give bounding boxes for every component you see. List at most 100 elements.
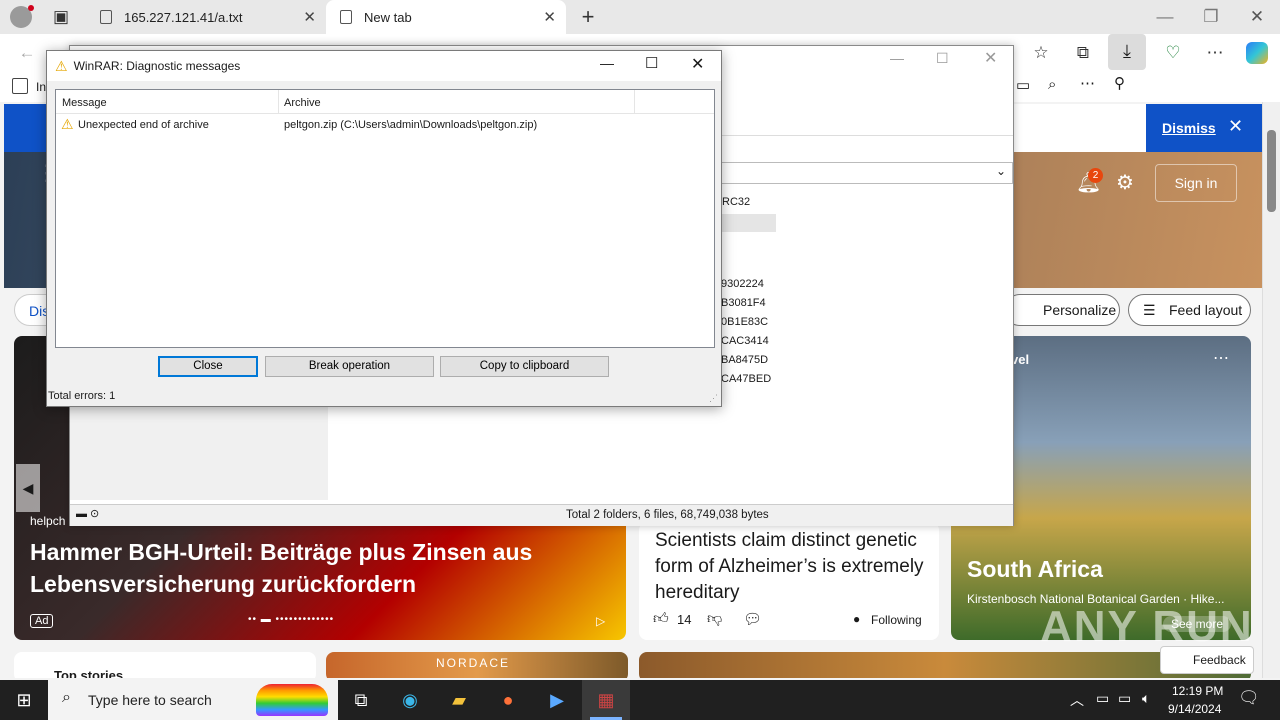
powershell-icon[interactable]: ▶ — [533, 680, 581, 720]
tray-volume-icon[interactable]: 🔈︎ — [1142, 690, 1150, 707]
more-menu-icon[interactable]: ⋯ — [1200, 38, 1230, 68]
tab-new-tab[interactable]: New tab ✕ — [326, 0, 566, 34]
tab-actions-icon[interactable]: ▣ — [46, 2, 76, 32]
sign-in-button[interactable]: Sign in — [1155, 164, 1237, 202]
top-stories-label: Top stories — [54, 668, 124, 678]
tab-a-txt[interactable]: 165.227.121.41/a.txt ✕ — [86, 0, 326, 34]
crc-value: CAC3414 — [721, 335, 769, 347]
clock-time[interactable]: 12:19 PM — [1172, 684, 1223, 698]
import-favorites-icon[interactable] — [12, 78, 28, 94]
list-header: Message Archive — [56, 90, 714, 114]
column-divider[interactable] — [634, 90, 635, 114]
news-title[interactable]: Hammer BGH-Urteil: Beiträge plus Zinsen … — [30, 536, 570, 600]
crc-value: 9302224 — [721, 278, 764, 290]
nordace-ad-card[interactable]: NORDACE — [326, 652, 628, 678]
dialog-title-bar[interactable]: ⚠ WinRAR: Diagnostic messages — ☐ ✕ — [47, 51, 721, 81]
ad-badge: Ad — [30, 614, 54, 628]
downloads-button[interactable]: ⤓ — [1108, 34, 1146, 70]
following-check-icon: ● — [853, 612, 861, 626]
start-button[interactable]: ⊞ — [0, 680, 48, 720]
winrar-maximize-icon[interactable]: ☐ — [936, 50, 949, 67]
top-stories-card[interactable]: Top stories — [14, 652, 316, 678]
travel-title[interactable]: South Africa — [967, 556, 1103, 583]
tab-title: New tab — [364, 9, 412, 25]
column-header-message[interactable]: Message — [62, 97, 107, 109]
dismiss-link[interactable]: Dismiss — [1162, 120, 1216, 136]
winrar-status-bar: ▬ ⊙ Total 2 folders, 6 files, 68,749,038… — [70, 504, 1013, 526]
dialog-minimize-icon[interactable]: — — [600, 55, 614, 71]
toolbar-folder-icon[interactable]: ▭ — [1016, 76, 1030, 94]
news-card-science[interactable]: Scientists claim distinct genetic form o… — [639, 522, 939, 640]
anyrun-watermark: ANY RUN — [1040, 602, 1254, 651]
dropdown-arrow-icon[interactable]: ⌄ — [996, 164, 1006, 178]
break-operation-button[interactable]: Break operation — [265, 356, 434, 377]
message-list[interactable]: Message Archive ⚠ Unexpected end of arch… — [55, 89, 715, 348]
settings-gear-icon[interactable]: ⚙ — [1116, 170, 1134, 195]
banner-white-area — [1014, 104, 1146, 152]
prev-carousel-button[interactable]: ◀ — [16, 464, 40, 512]
edge-taskbar-icon[interactable]: ◉ — [386, 680, 434, 720]
tray-network-icon[interactable]: ▭ — [1096, 690, 1109, 707]
close-button[interactable]: Close — [158, 356, 258, 377]
favorites-icon[interactable]: ☆ — [1026, 38, 1056, 68]
import-favorites-label[interactable]: In — [36, 80, 46, 94]
close-tab-icon[interactable]: ✕ — [543, 8, 556, 26]
close-tab-icon[interactable]: ✕ — [303, 8, 316, 26]
tray-display-icon[interactable]: ▭ — [1118, 690, 1131, 707]
diagnostic-dialog: ⚠ WinRAR: Diagnostic messages — ☐ ✕ Mess… — [46, 50, 722, 407]
dislike-icon[interactable]: 👎︎ — [707, 610, 722, 628]
toolbar-search-icon[interactable]: ⌕ — [1048, 76, 1056, 93]
windows-logo-icon: ⊞ — [16, 689, 32, 710]
column-divider[interactable] — [278, 90, 279, 114]
firefox-icon[interactable]: ● — [484, 680, 532, 720]
dialog-maximize-icon[interactable]: ☐ — [645, 54, 658, 72]
notification-count-badge: 2 — [1088, 168, 1103, 183]
news-title[interactable]: Scientists claim distinct genetic form o… — [655, 528, 925, 606]
table-row[interactable]: ⚠ Unexpected end of archive peltgon.zip … — [56, 116, 714, 134]
winrar-minimize-icon[interactable]: — — [890, 50, 904, 66]
path-combobox[interactable]: ⌄ — [720, 162, 1013, 184]
column-header-archive[interactable]: Archive — [284, 97, 321, 109]
collections-icon[interactable]: ⧉ — [1068, 38, 1098, 68]
dialog-close-icon[interactable]: ✕ — [691, 54, 704, 74]
following-label[interactable]: Following — [871, 613, 922, 627]
new-tab-icon[interactable]: + — [573, 2, 603, 32]
toolbar-more-icon[interactable]: ⋯ — [1080, 74, 1095, 92]
notifications-icon[interactable]: 🗨︎ — [1238, 688, 1260, 708]
warning-icon: ⚠ — [55, 57, 68, 74]
page-scrollbar[interactable] — [1262, 102, 1280, 678]
selected-row-highlight — [720, 214, 776, 232]
like-icon[interactable]: 👍︎ — [653, 610, 669, 628]
personalize-label: Personalize — [1043, 302, 1117, 318]
personalize-button[interactable]: Personalize — [1004, 294, 1120, 326]
taskbar-search-box[interactable]: ⌕ Type here to search — [48, 680, 338, 720]
close-banner-icon[interactable]: ✕ — [1228, 116, 1243, 137]
card-more-icon[interactable]: ⋯ — [1213, 348, 1229, 368]
tray-chevron-icon[interactable]: ︿ — [1070, 690, 1084, 710]
toolbar-pin-icon[interactable]: ⚲ — [1114, 74, 1125, 92]
search-icon: ⌕ — [62, 689, 71, 706]
resize-grip-icon[interactable]: ⋰ — [709, 393, 718, 404]
copy-to-clipboard-label: Copy to clipboard — [479, 360, 570, 372]
back-icon[interactable]: ← — [12, 38, 42, 68]
copilot-icon[interactable] — [1246, 42, 1268, 64]
winrar-close-icon[interactable]: ✕ — [984, 48, 997, 68]
file-explorer-icon[interactable]: ▰ — [435, 680, 483, 720]
comment-icon[interactable]: 💬︎ — [743, 610, 762, 628]
feed-layout-button[interactable]: ☰ Feed layout — [1128, 294, 1251, 326]
restore-icon[interactable]: ❐ — [1196, 2, 1226, 32]
sliders-icon: ☰ — [1143, 302, 1156, 318]
copy-to-clipboard-button[interactable]: Copy to clipboard — [440, 356, 609, 377]
task-view-icon[interactable]: ⧉ — [337, 680, 385, 720]
drive-icon: ▬ ⊙ — [76, 508, 100, 520]
browser-essentials-icon[interactable]: ♡ — [1158, 38, 1188, 68]
winrar-taskbar-icon[interactable]: ▦ — [582, 680, 630, 720]
clock-date[interactable]: 9/14/2024 — [1168, 702, 1221, 716]
scrollbar-thumb[interactable] — [1267, 130, 1276, 212]
close-window-icon[interactable]: ✕ — [1242, 2, 1272, 32]
minimize-icon[interactable]: — — [1150, 2, 1180, 32]
crc-column-header[interactable]: RC32 — [722, 196, 750, 208]
windows-taskbar: ⊞ ⌕ Type here to search ⧉ ◉ ▰ ● ▶ ▦ ︿ ▭ … — [0, 680, 1280, 720]
ad-choice-icon[interactable]: ▷ — [596, 614, 605, 628]
find-icon[interactable] — [1042, 74, 1072, 104]
